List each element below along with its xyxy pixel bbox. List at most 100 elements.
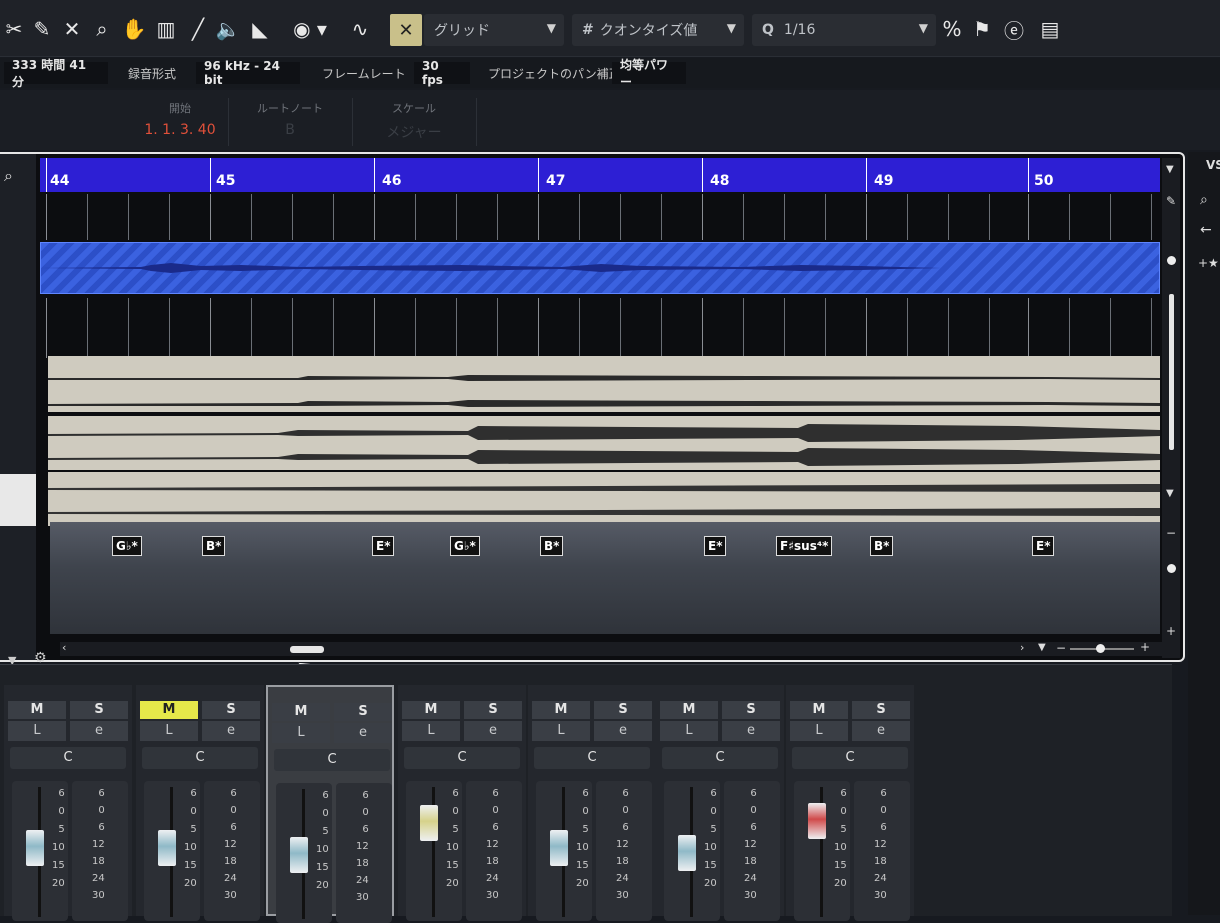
color-menu-icon[interactable]: ◉ ▾ (284, 14, 336, 44)
speaker-icon[interactable]: 🔈 (214, 14, 242, 44)
audio-event[interactable] (48, 356, 1160, 412)
vertical-scrollbar[interactable]: ▼ ✎ ▼ − + (1162, 158, 1180, 658)
scroll-thumb[interactable] (1169, 294, 1174, 450)
zoom-handle[interactable] (1096, 644, 1105, 653)
pan-control[interactable]: C (142, 747, 258, 769)
mute-button[interactable]: M (272, 703, 330, 721)
solo-button[interactable]: S (594, 701, 652, 719)
chord-event[interactable]: F♯sus⁴* (776, 536, 833, 556)
chevron-down-icon[interactable]: ▼ (1038, 642, 1046, 653)
quantize-percent-icon[interactable]: % (938, 14, 966, 44)
pan-control[interactable]: C (662, 747, 778, 769)
chord-event[interactable]: G♭* (450, 536, 480, 556)
chord-event[interactable]: B* (540, 536, 564, 556)
pencil-icon[interactable]: ✎ (1166, 194, 1176, 208)
pan-control[interactable]: C (274, 749, 390, 771)
fader-handle[interactable] (420, 805, 438, 841)
glue-icon[interactable]: ✎ (28, 14, 56, 44)
edit-channel-button[interactable]: e (852, 721, 910, 741)
snap-icon[interactable]: ✕ (390, 14, 422, 46)
chevron-down-icon[interactable]: ▼ (1166, 164, 1174, 175)
horizontal-scrollbar[interactable]: ‹ › ▼ − + (60, 640, 1170, 656)
listen-button[interactable]: L (140, 721, 198, 741)
chevron-left-icon[interactable]: ‹ (62, 641, 66, 654)
audio-event[interactable] (48, 416, 1160, 470)
edit-channel-button[interactable]: e (70, 721, 128, 741)
mute-button[interactable]: M (790, 701, 848, 719)
snap-type-select[interactable]: グリッド ▼ (424, 14, 564, 46)
listen-button[interactable]: L (660, 721, 718, 741)
pan-control[interactable]: C (792, 747, 908, 769)
listen-button[interactable]: L (790, 721, 848, 741)
selected-audio-event[interactable] (40, 242, 1160, 294)
timeline-ruler[interactable]: 44 45 46 47 48 49 50 (40, 158, 1160, 192)
chevron-right-icon[interactable]: › (1020, 641, 1024, 654)
scissors-icon[interactable]: ✂ (0, 14, 28, 44)
mute-button[interactable]: M (402, 701, 460, 719)
listen-button[interactable]: L (272, 723, 330, 743)
pan-law-value[interactable]: 均等パワー (612, 58, 686, 89)
hand-icon[interactable]: ✋ (120, 14, 148, 44)
comp-icon[interactable]: ▥ (152, 14, 180, 44)
solo-button[interactable]: S (464, 701, 522, 719)
fader-handle[interactable] (26, 830, 44, 866)
record-format-value[interactable]: 96 kHz - 24 bit (196, 59, 300, 87)
empty-track-lane[interactable] (40, 194, 1160, 240)
chord-event[interactable]: E* (1032, 536, 1055, 556)
erase-icon[interactable]: ✕ (58, 14, 86, 44)
empty-track-lane[interactable] (40, 298, 1160, 358)
pan-control[interactable]: C (10, 747, 126, 769)
edit-channel-button[interactable]: e (464, 721, 522, 741)
fader-handle[interactable] (808, 803, 826, 839)
chord-track[interactable]: G♭* B* E* G♭* B* E* F♯sus⁴* B* E* (50, 522, 1160, 634)
frame-rate-value[interactable]: 30 fps (414, 59, 470, 87)
line-tool-icon[interactable]: ╱ (184, 14, 212, 44)
fader-handle[interactable] (678, 835, 696, 871)
mute-button[interactable]: M (660, 701, 718, 719)
minus-icon[interactable]: − (1056, 641, 1066, 655)
solo-button[interactable]: S (202, 701, 260, 719)
arrow-left-icon[interactable]: ← (1200, 222, 1212, 238)
plus-icon[interactable]: + (1166, 624, 1176, 638)
zoom-icon[interactable]: ⌕ (88, 14, 116, 44)
edit-channel-button[interactable]: e (202, 721, 260, 741)
search-icon[interactable]: ⌕ (1200, 192, 1208, 208)
align-icon[interactable]: ▤ (1036, 14, 1064, 44)
listen-button[interactable]: L (402, 721, 460, 741)
autoscroll-icon[interactable]: ∿ (346, 14, 374, 44)
pan-control[interactable]: C (404, 747, 520, 769)
plus-icon[interactable]: + (1140, 640, 1150, 654)
solo-button[interactable]: S (722, 701, 780, 719)
fader-handle[interactable] (550, 830, 568, 866)
add-favorite-icon[interactable]: +★ (1198, 256, 1219, 270)
fader-handle[interactable] (158, 830, 176, 866)
selected-track-header[interactable] (0, 474, 36, 526)
root-note-field[interactable]: ルートノート B (240, 100, 340, 138)
scale-field[interactable]: スケール メジャー (364, 100, 464, 142)
scroll-thumb[interactable] (290, 646, 324, 653)
edit-channel-button[interactable]: e (594, 721, 652, 741)
chord-event[interactable]: G♭* (112, 536, 142, 556)
minus-icon[interactable]: − (1166, 526, 1176, 540)
solo-button[interactable]: S (334, 703, 392, 721)
zoom-handle[interactable] (1167, 564, 1176, 573)
edit-e-icon[interactable]: ⓔ (1000, 14, 1028, 44)
chord-event[interactable]: E* (372, 536, 395, 556)
search-icon[interactable]: ⌕ (4, 166, 13, 186)
audio-event[interactable] (48, 472, 1160, 526)
chevron-down-icon[interactable]: ▼ (1166, 488, 1174, 499)
flag-icon[interactable]: ⚑ (968, 14, 996, 44)
mute-button[interactable]: M (532, 701, 590, 719)
solo-button[interactable]: S (70, 701, 128, 719)
quantize-value-select[interactable]: Q 1/16 ▼ (752, 14, 936, 46)
chord-event[interactable]: E* (704, 536, 727, 556)
listen-button[interactable]: L (8, 721, 66, 741)
solo-button[interactable]: S (852, 701, 910, 719)
edit-channel-button[interactable]: e (334, 723, 392, 743)
chord-event[interactable]: B* (870, 536, 894, 556)
edit-channel-button[interactable]: e (722, 721, 780, 741)
chord-event[interactable]: B* (202, 536, 226, 556)
quantize-select[interactable]: # クオンタイズ値 ▼ (572, 14, 744, 46)
color-tool-icon[interactable]: ◣ (246, 14, 274, 44)
start-field[interactable]: 開始 1. 1. 3. 40 (130, 100, 230, 138)
